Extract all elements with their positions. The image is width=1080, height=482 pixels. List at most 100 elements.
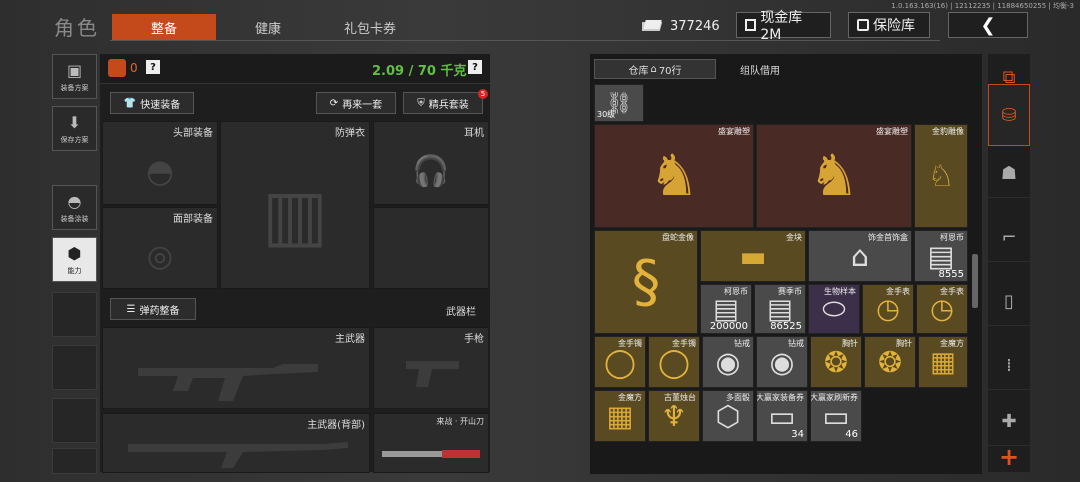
empty-side-slot-2: [52, 345, 97, 390]
warehouse-item[interactable]: ⌂ 饰金首饰盒: [808, 230, 912, 282]
primary-weapon-slot[interactable]: 主武器: [102, 327, 370, 409]
brooch-icon: ❂: [878, 345, 902, 379]
warehouse-item[interactable]: ▤ 柯恩币 8555: [914, 230, 968, 282]
item-name: 大赢家刷新券: [810, 393, 858, 402]
loadout-plan-button[interactable]: ▣ 装备方案: [52, 54, 97, 99]
shirt-icon: 👕: [123, 97, 137, 109]
save-plan-button[interactable]: ⬇ 保存方案: [52, 106, 97, 151]
warehouse-item[interactable]: ▬ 金块: [700, 230, 806, 282]
tab-warehouse[interactable]: 仓库 ⌂ 70行: [594, 59, 716, 79]
item-name: 柯恩币: [940, 233, 964, 242]
ammo-button[interactable]: ☰ 弹药整备: [110, 298, 196, 320]
helmet-placeholder-icon: ◓: [146, 152, 174, 190]
brooch-icon: ❂: [824, 345, 848, 379]
warehouse-item[interactable]: ◉ 钻戒: [702, 336, 754, 388]
warehouse-item[interactable]: ⛓ 30级: [594, 84, 644, 122]
elite-kit-label: 精兵套装: [428, 99, 469, 111]
melee-slot[interactable]: 来战 · 开山刀: [373, 413, 489, 473]
item-name: 金手表: [940, 287, 964, 296]
warehouse-item[interactable]: ▭ 大赢家装备券 34: [756, 390, 808, 442]
warehouse-rows: 70行: [658, 65, 682, 77]
primary-weapon-label: 主武器: [335, 334, 365, 345]
loadout-plan-label: 装备方案: [60, 83, 89, 92]
back-button[interactable]: ❮: [948, 12, 1028, 38]
elite-kit-button[interactable]: ⛨ 精兵套装: [403, 92, 483, 114]
warehouse-item[interactable]: ◷ 金手表: [862, 284, 914, 334]
safe-box-button[interactable]: 保险库: [848, 12, 930, 38]
headset-slot[interactable]: 耳机 🎧: [373, 121, 489, 205]
category-magazine-icon[interactable]: ▯: [988, 278, 1030, 326]
pistol-slot[interactable]: 手枪: [373, 327, 489, 409]
quick-equip-label: 快速装备: [140, 99, 181, 111]
item-quantity: 8555: [938, 269, 964, 280]
jewelry-box-icon: ⌂: [850, 239, 870, 273]
item-quantity: 46: [845, 429, 858, 440]
gold-bar-icon: ▬: [739, 239, 767, 273]
warehouse-item[interactable]: ▤ 柯恩币 200000: [700, 284, 752, 334]
weight-help-icon[interactable]: ?: [468, 60, 482, 74]
skin-button[interactable]: ◓ 装备涂装: [52, 185, 97, 230]
home-icon: ⌂: [650, 63, 657, 75]
warehouse-item[interactable]: ▤ 赛季币 86525: [754, 284, 806, 334]
banknote-icon: ▤: [927, 239, 955, 273]
item-name: 多面骰: [726, 393, 750, 402]
tab-gift[interactable]: 礼包卡券: [318, 14, 422, 40]
again-button[interactable]: ⟳ 再来一套: [316, 92, 396, 114]
item-name: 钻戒: [734, 339, 750, 348]
warehouse-item[interactable]: ⬭ 生物样本: [808, 284, 860, 334]
headset-slot-label: 耳机: [464, 128, 484, 139]
warehouse-item[interactable]: ⬡ 多面骰: [702, 390, 754, 442]
warehouse-item[interactable]: ◯ 金手镯: [648, 336, 700, 388]
category-weapon-icon[interactable]: ⌐: [988, 214, 1030, 262]
cash-vault-button[interactable]: 现金库 2M: [736, 10, 831, 43]
banknote-icon: ▤: [767, 293, 793, 325]
face-slot-label: 面部装备: [173, 214, 213, 225]
warehouse-item[interactable]: ♆ 古董烛台: [648, 390, 700, 442]
debug-info: 1.0.163.163(16) | 12112235 | 11884650255…: [891, 2, 1074, 10]
help-icon[interactable]: ?: [146, 60, 160, 74]
item-quantity: 200000: [709, 321, 748, 332]
category-armor-icon[interactable]: ☗: [988, 150, 1030, 198]
warehouse-item[interactable]: § 盘蛇金像: [594, 230, 698, 334]
pistol-placeholder-icon: [406, 361, 459, 387]
item-name: 柯恩币: [724, 287, 748, 296]
head-slot-label: 头部装备: [173, 128, 213, 139]
safe-box-label: 保险库: [873, 18, 915, 34]
pistol-label: 手枪: [464, 334, 484, 345]
warehouse-scrollbar[interactable]: [972, 254, 978, 308]
warehouse-item[interactable]: ♞ 盛宴雕塑: [594, 124, 754, 228]
warehouse-item[interactable]: ▭ 大赢家刷新券 46: [810, 390, 862, 442]
bag-count: 0: [130, 61, 138, 75]
ability-button[interactable]: ⬢ 能力: [52, 237, 97, 282]
warehouse-item[interactable]: ❂ 胸针: [810, 336, 862, 388]
warehouse-item[interactable]: ◯ 金手镯: [594, 336, 646, 388]
tab-team-borrow[interactable]: 组队借用: [718, 59, 802, 79]
refresh-icon: ⟳: [329, 97, 339, 109]
shield-icon: ⛨: [417, 97, 425, 109]
category-valuables-icon[interactable]: ⛁: [988, 84, 1030, 146]
add-category-button[interactable]: +: [988, 440, 1030, 474]
head-slot[interactable]: 头部装备 ◓: [102, 121, 218, 205]
tab-health[interactable]: 健康: [216, 14, 320, 40]
face-slot[interactable]: 面部装备 ◎: [102, 207, 218, 289]
armor-slot[interactable]: 防弹衣 ▥: [220, 121, 370, 289]
warehouse-item[interactable]: ◉ 钻戒: [756, 336, 808, 388]
warehouse-label: 仓库: [628, 65, 649, 77]
warehouse-item[interactable]: ❂ 胸针: [864, 336, 916, 388]
warehouse-item[interactable]: ▦ 金魔方: [918, 336, 968, 388]
warehouse-item[interactable]: ▦ 金魔方: [594, 390, 646, 442]
warehouse-item[interactable]: ◷ 金手表: [916, 284, 968, 334]
armor-slot-label: 防弹衣: [335, 128, 365, 139]
category-medical-icon[interactable]: ✚: [988, 398, 1030, 446]
item-name: 钻戒: [788, 339, 804, 348]
empty-side-slot-1: [52, 292, 97, 337]
tab-equip[interactable]: 整备: [112, 14, 216, 40]
vest-icon: ▣: [66, 60, 83, 80]
ammo-label: 弹药整备: [139, 305, 180, 317]
category-ammo-icon[interactable]: ⁞: [988, 342, 1030, 390]
back-weapon-slot[interactable]: 主武器(背部): [102, 413, 370, 473]
quick-equip-button[interactable]: 👕 快速装备: [110, 92, 194, 114]
warehouse-item[interactable]: ♞ 盛宴雕塑: [756, 124, 912, 228]
gold-cube-icon: ▦: [930, 346, 956, 378]
warehouse-item[interactable]: ♘ 金豹雕像: [914, 124, 968, 228]
